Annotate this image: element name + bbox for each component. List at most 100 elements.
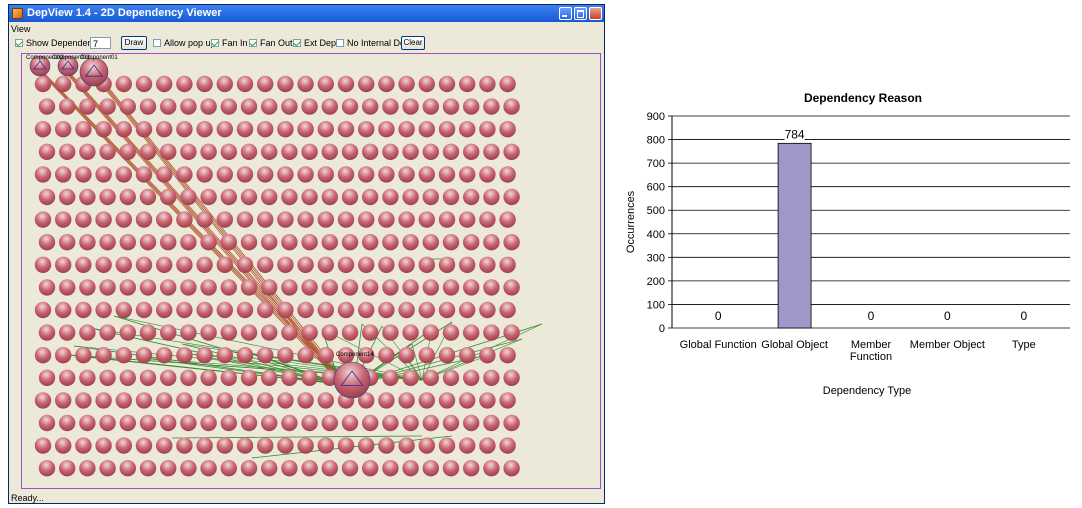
minimize-button[interactable] (559, 7, 572, 20)
component-node[interactable] (59, 414, 76, 432)
component-node[interactable] (160, 188, 177, 206)
component-node[interactable] (200, 369, 217, 386)
component-node[interactable] (321, 460, 338, 477)
component-node[interactable] (483, 234, 500, 251)
component-node[interactable] (301, 234, 318, 251)
component-node[interactable] (281, 414, 298, 432)
component-node[interactable] (180, 460, 197, 477)
component-node[interactable] (55, 121, 72, 138)
dependency-graph-canvas[interactable]: Component02 Component03 Component01 Compone… (21, 53, 601, 489)
component-node[interactable] (99, 234, 116, 251)
component-node[interactable] (119, 98, 136, 115)
component-node[interactable] (438, 121, 456, 138)
component-node[interactable] (119, 414, 136, 432)
component-node[interactable] (200, 143, 217, 160)
component-node[interactable] (196, 256, 213, 273)
component-node[interactable] (160, 324, 177, 341)
component-node[interactable] (196, 121, 213, 138)
component-node[interactable] (156, 166, 173, 183)
component-node[interactable] (337, 437, 355, 454)
component-node[interactable] (135, 301, 153, 319)
component-node[interactable] (95, 437, 112, 454)
component-node[interactable] (99, 414, 116, 432)
component-node[interactable] (277, 256, 294, 273)
component-node[interactable] (459, 301, 476, 319)
component-node[interactable] (220, 98, 237, 115)
component-node[interactable] (438, 392, 456, 409)
component-node[interactable] (317, 211, 334, 228)
component-node[interactable] (337, 121, 355, 138)
component-node[interactable] (156, 301, 173, 319)
component-node[interactable] (321, 324, 338, 341)
component-node[interactable] (261, 279, 278, 296)
component-node[interactable] (59, 324, 76, 341)
component-node[interactable] (257, 121, 274, 138)
component-node[interactable] (422, 98, 439, 115)
component-node[interactable] (119, 279, 136, 296)
component-node[interactable] (402, 143, 419, 160)
component-node[interactable] (200, 460, 217, 477)
component-node[interactable] (176, 301, 193, 319)
component-node[interactable] (479, 347, 496, 364)
component-node[interactable] (55, 211, 72, 228)
component-node[interactable] (176, 347, 193, 364)
component-node[interactable] (34, 121, 52, 138)
component-node[interactable] (115, 166, 132, 183)
component-node[interactable] (463, 460, 480, 477)
component-node[interactable] (240, 460, 258, 477)
component-node[interactable] (216, 347, 233, 364)
component-node[interactable] (479, 301, 496, 319)
clear-button[interactable]: Clear (401, 36, 425, 50)
component-node[interactable] (358, 121, 375, 138)
component-node[interactable] (236, 301, 254, 319)
component-node[interactable] (382, 234, 399, 251)
component-node[interactable] (156, 392, 173, 409)
component-node[interactable] (75, 347, 92, 364)
component-node[interactable] (236, 256, 254, 273)
component-node[interactable] (176, 121, 193, 138)
component-node[interactable] (139, 460, 157, 477)
component-node[interactable] (382, 369, 399, 386)
component-node[interactable] (438, 166, 456, 183)
component-node[interactable] (281, 369, 298, 386)
component-node[interactable] (463, 188, 480, 206)
component-node[interactable] (418, 75, 435, 93)
component-node[interactable] (220, 279, 237, 296)
component-node[interactable] (236, 166, 254, 183)
component-node[interactable] (463, 98, 480, 115)
component-node[interactable] (55, 256, 72, 273)
component-node[interactable] (402, 369, 419, 386)
component-node[interactable] (438, 256, 456, 273)
component-node[interactable] (38, 188, 56, 206)
component-node[interactable] (240, 369, 258, 386)
component-node[interactable] (459, 347, 476, 364)
component-node[interactable] (99, 279, 116, 296)
component-node[interactable] (135, 121, 153, 138)
component-node[interactable] (378, 301, 395, 319)
component-node[interactable] (156, 75, 173, 93)
component-node[interactable] (382, 324, 399, 341)
component-node[interactable] (281, 460, 298, 477)
component-node[interactable] (337, 211, 355, 228)
show-dependency-check[interactable] (15, 39, 23, 47)
component-node[interactable] (277, 347, 294, 364)
component-node[interactable] (200, 98, 217, 115)
component-node[interactable] (422, 369, 439, 386)
component-node[interactable] (139, 369, 157, 386)
component-node[interactable] (382, 460, 399, 477)
component-node[interactable] (341, 188, 359, 206)
component-node[interactable] (341, 460, 359, 477)
component-node[interactable] (317, 347, 334, 364)
component-node[interactable] (236, 75, 254, 93)
component-node[interactable] (99, 98, 116, 115)
component-node[interactable] (216, 166, 233, 183)
component-node[interactable] (257, 347, 274, 364)
component-node[interactable] (180, 369, 197, 386)
component-node[interactable] (196, 166, 213, 183)
component-node[interactable] (59, 98, 76, 115)
component-node[interactable] (115, 347, 132, 364)
component-node[interactable] (200, 414, 217, 432)
component-node[interactable] (34, 437, 52, 454)
component-node[interactable] (418, 256, 435, 273)
fan-out-checkbox[interactable]: Fan Out (249, 38, 293, 48)
